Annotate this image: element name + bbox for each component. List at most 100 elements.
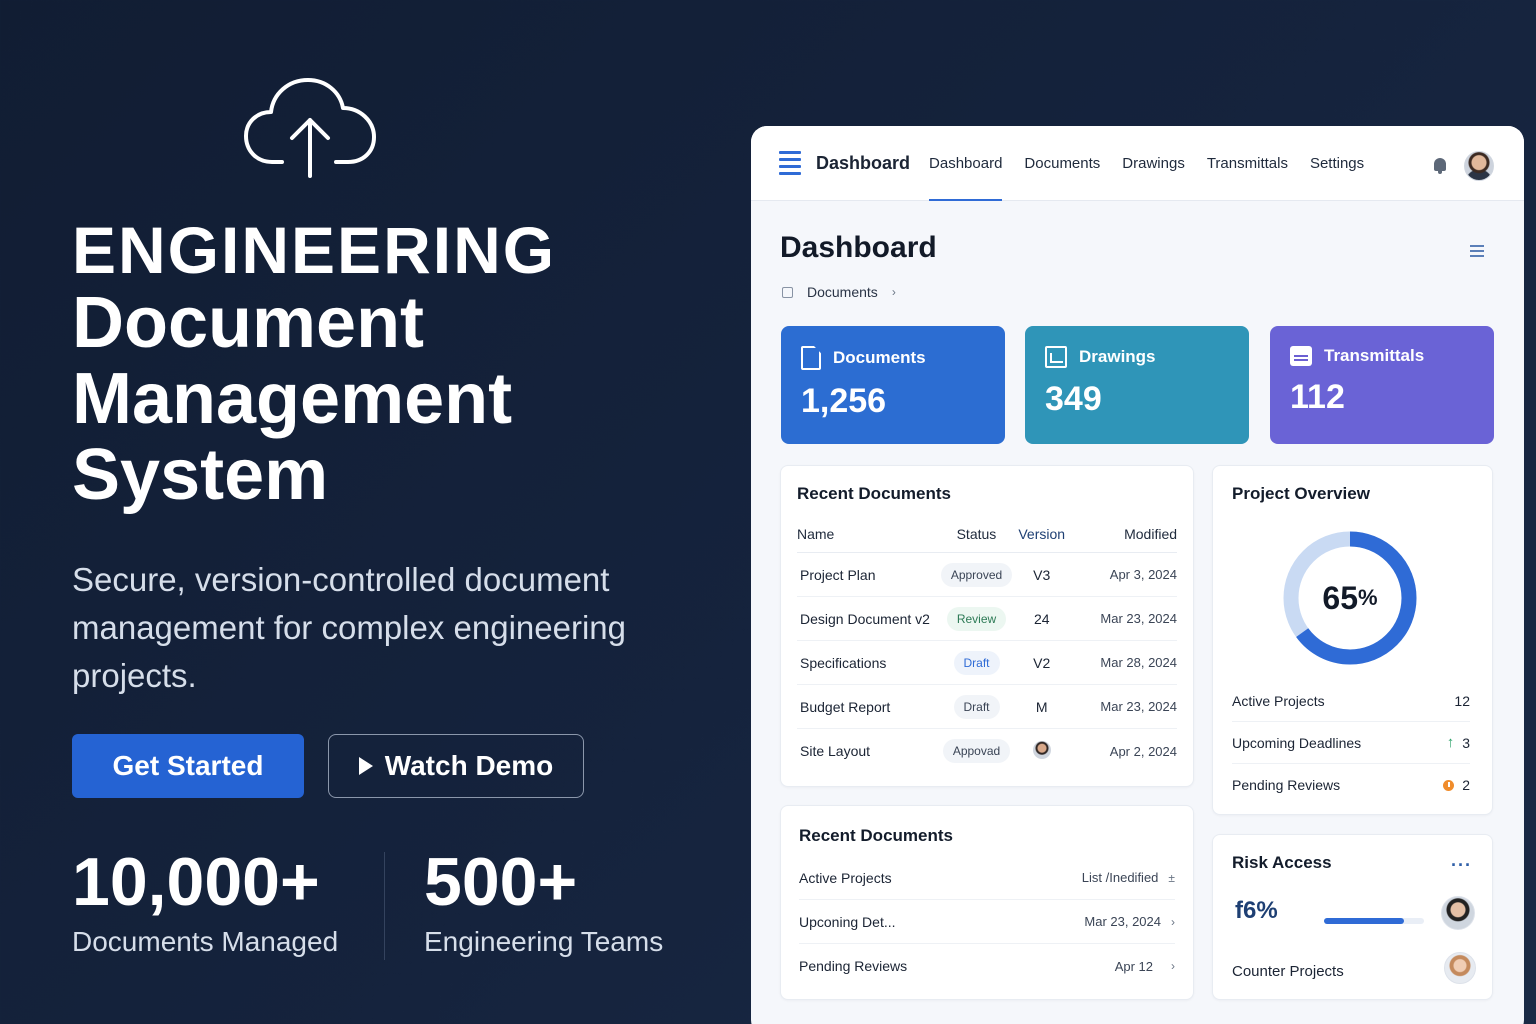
status-badge: Approved [940,562,1013,587]
play-icon [358,757,373,775]
avatar[interactable] [1444,952,1476,984]
stat-label: Documents Managed [72,926,339,957]
overview-label: Active Projects [1232,692,1325,709]
headline-line-4: System [72,435,329,515]
stat-label: Engineering Teams [424,926,664,957]
menu-icon[interactable] [779,151,801,175]
headline-line-2: Document [72,283,425,363]
list-item[interactable]: Upcoming Deadlines ↑ 3 [1232,722,1470,764]
table-header: Name Status Version Modified [797,526,1177,553]
table-row[interactable]: Design Document v2 Review 24 Mar 23, 202… [797,597,1177,641]
list-item[interactable]: Active Projects List /Inedified ± [799,856,1175,900]
checkbox-icon[interactable] [782,286,793,298]
pin-icon[interactable]: ± [1168,871,1175,885]
column-header-status[interactable]: Status [936,526,1017,542]
donut-percent: 65% [1282,530,1418,666]
status-badge: Draft [953,694,1000,719]
stat-teams: 500+ Engineering Teams [424,842,663,958]
nav-documents[interactable]: Documents [1024,126,1100,201]
donut-percent-sign: % [1358,585,1378,610]
recent-documents-list-panel: Recent Documents Active Projects List /I… [780,805,1194,1000]
list-item-meta: Apr 12 [1114,958,1153,974]
chevron-right-icon[interactable]: › [1171,959,1175,973]
get-started-button[interactable]: Get Started [72,734,304,798]
list-item-label: Pending Reviews [799,958,908,974]
bell-icon[interactable] [1432,157,1448,175]
list-item[interactable]: Active Projects 12 [1232,680,1470,722]
cell-name: Site Layout [800,743,871,759]
progress-donut: 65% [1282,530,1418,666]
avatar [1032,740,1051,759]
risk-footer-label: Counter Projects [1232,963,1344,980]
nav-transmittals[interactable]: Transmittals [1207,126,1288,201]
metric-card-documents[interactable]: Documents 1,256 [781,326,1005,444]
column-header-version[interactable]: Version [1017,526,1067,542]
chevron-right-icon[interactable]: › [1171,915,1175,929]
column-header-modified[interactable]: Modified [1067,526,1177,542]
cell-version: M [1035,698,1048,715]
status-badge: Draft [953,650,1000,675]
chevron-right-icon: › [891,285,896,299]
table-row[interactable]: Budget Report Draft M Mar 23, 2024 [797,685,1177,729]
overview-value: 3 [1462,734,1470,751]
list-item[interactable]: Pending Reviews 2 [1232,764,1470,806]
list-menu-icon[interactable] [1470,245,1484,257]
list-item[interactable]: Pending Reviews Apr 12 › [799,944,1175,988]
stat-value: 500+ [424,844,578,920]
list-item-meta: List /Inedified [1081,870,1159,885]
risk-percent: f6% [1235,897,1278,924]
panel-title: Risk Access [1232,853,1332,872]
metric-value: 1,256 [801,382,887,420]
column-header-name[interactable]: Name [797,526,936,542]
nav-settings[interactable]: Settings [1310,126,1364,201]
overview-list: Active Projects 12 Upcoming Deadlines ↑ 3… [1232,680,1470,806]
user-avatar[interactable] [1464,151,1494,181]
top-navbar: Dashboard Dashboard Documents Drawings T… [751,126,1524,201]
stat-value: 10,000+ [72,844,320,920]
watch-demo-button[interactable]: Watch Demo [328,734,584,798]
breadcrumb: Documents › [782,284,896,300]
panel-title: Project Overview [1232,484,1370,503]
metric-label: Drawings [1079,347,1156,366]
cell-version: V2 [1033,654,1051,671]
risk-progress-bar [1324,918,1424,924]
list-item-label: Upconing Det... [799,913,896,930]
metric-value: 112 [1290,378,1345,416]
cell-version [1017,740,1067,762]
recent-documents-panel: Recent Documents Name Status Version Mod… [780,465,1194,787]
metric-card-transmittals[interactable]: Transmittals 112 [1270,326,1494,444]
risk-progress-fill [1324,918,1404,924]
overview-label: Pending Reviews [1232,777,1341,793]
metric-card-drawings[interactable]: Drawings 349 [1025,326,1249,444]
metric-label: Documents [833,348,926,367]
cell-name: Specifications [800,654,887,671]
page-title: Dashboard [780,231,937,264]
cell-modified: Apr 2, 2024 [1109,743,1177,759]
cell-modified: Apr 3, 2024 [1109,567,1177,582]
dashboard-app-window: Dashboard Dashboard Documents Drawings T… [751,126,1524,1024]
donut-percent-value: 65 [1322,579,1359,616]
stat-documents: 10,000+ Documents Managed [72,842,338,958]
list-item[interactable]: Upconing Det... Mar 23, 2024 › [799,900,1175,944]
cell-modified: Mar 23, 2024 [1100,611,1177,626]
cell-modified: Mar 23, 2024 [1100,699,1177,714]
metric-label: Transmittals [1324,346,1425,365]
headline-line-1: ENGINEERING [72,213,557,287]
list-item-label: Active Projects [799,869,892,886]
watch-demo-label: Watch Demo [384,750,554,781]
panel-title: Recent Documents [799,826,953,845]
table-row[interactable]: Site Layout Appovad Apr 2, 2024 [797,729,1177,773]
overview-value: 12 [1454,692,1470,709]
nav-drawings[interactable]: Drawings [1122,126,1185,201]
nav-dashboard[interactable]: Dashboard [929,126,1003,201]
cell-name: Design Document v2 [800,610,930,627]
breadcrumb-item[interactable]: Documents [807,284,878,300]
cell-name: Budget Report [800,698,891,715]
avatar[interactable] [1441,896,1475,930]
more-options-icon[interactable]: ··· [1451,855,1472,876]
stat-divider [384,852,385,960]
table-row[interactable]: Specifications Draft V2 Mar 28, 2024 [797,641,1177,685]
cell-name: Project Plan [800,566,876,583]
cell-modified: Mar 28, 2024 [1100,655,1177,670]
table-row[interactable]: Project Plan Approved V3 Apr 3, 2024 [797,553,1177,597]
